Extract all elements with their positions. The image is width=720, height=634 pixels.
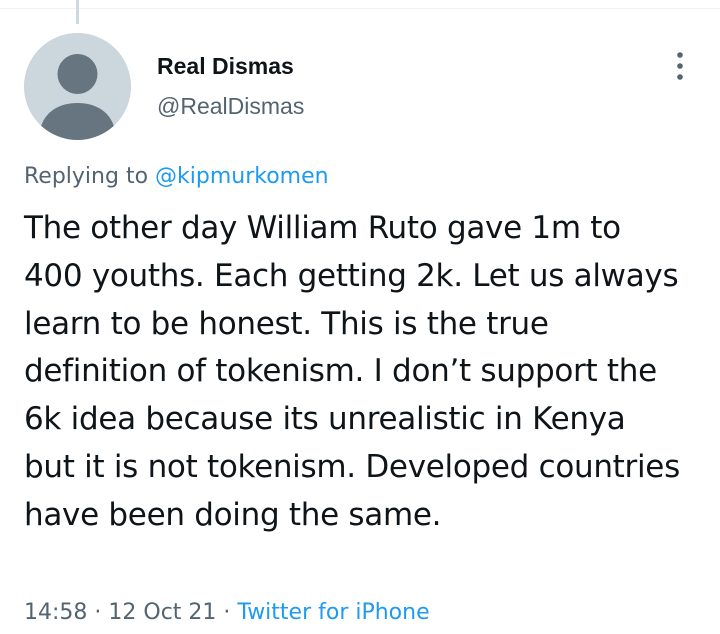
- top-divider: [0, 8, 720, 9]
- author-handle[interactable]: @RealDismas: [157, 93, 304, 120]
- tweet-date[interactable]: 12 Oct 21: [108, 600, 216, 625]
- replying-to-line: Replying to @kipmurkomen: [24, 164, 329, 189]
- thread-connector-line: [76, 0, 79, 24]
- meta-separator: ·: [87, 600, 109, 625]
- meta-separator: ·: [216, 600, 238, 625]
- tweet-time[interactable]: 14:58: [24, 600, 87, 625]
- tweet-meta-line: 14:58 · 12 Oct 21 · Twitter for iPhone: [24, 600, 430, 625]
- tweet-source-link[interactable]: Twitter for iPhone: [237, 600, 429, 625]
- tweet-text: The other day William Ruto gave 1m to 40…: [24, 210, 680, 533]
- replying-to-prefix: Replying to: [24, 164, 156, 189]
- more-options-icon[interactable]: [668, 50, 692, 82]
- default-avatar-icon[interactable]: [24, 33, 131, 140]
- author-display-name[interactable]: Real Dismas: [157, 53, 294, 80]
- reply-mention-link[interactable]: @kipmurkomen: [155, 164, 329, 189]
